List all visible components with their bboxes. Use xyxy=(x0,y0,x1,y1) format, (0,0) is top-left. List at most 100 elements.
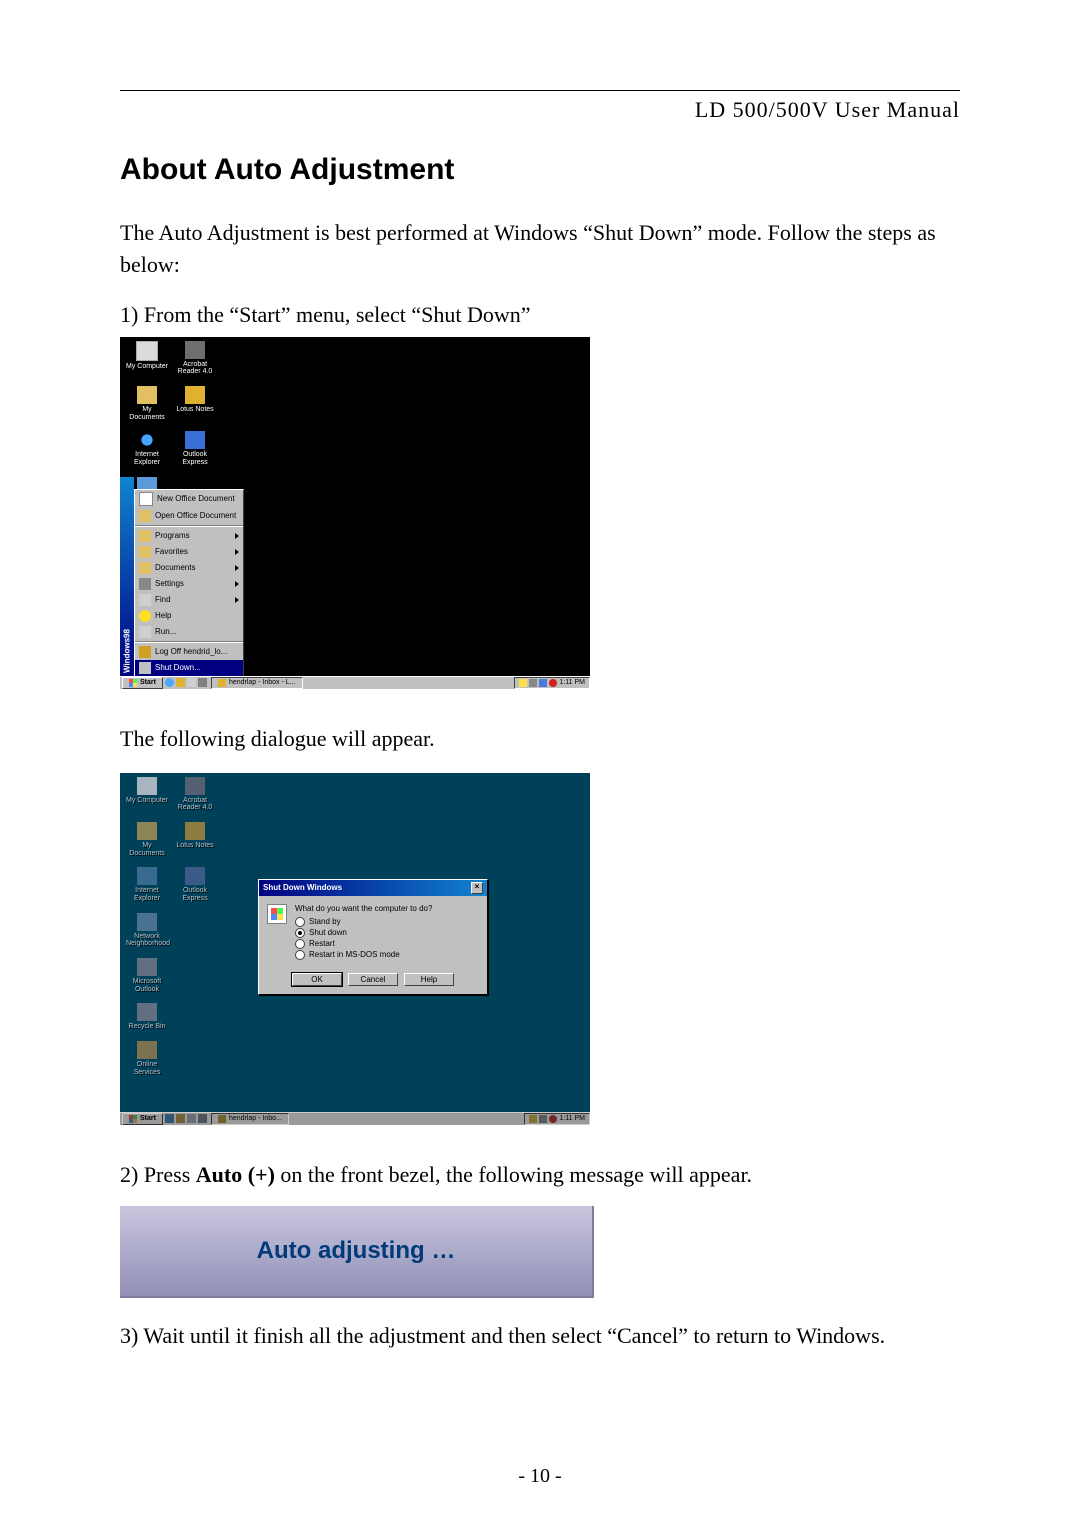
tray-volume-icon[interactable] xyxy=(539,1115,547,1123)
ql-outlook-icon[interactable] xyxy=(176,678,185,687)
label: Run... xyxy=(155,627,176,636)
app-icon xyxy=(218,679,226,687)
start-menu-item-run[interactable]: Run... xyxy=(135,624,243,640)
windows-flag-icon xyxy=(271,908,283,920)
desktop-icon-internet-explorer[interactable]: Internet Explorer xyxy=(126,431,168,466)
desktop-icon-online-services[interactable]: Online Services xyxy=(126,1041,168,1076)
desktop-icon-my-computer[interactable]: My Computer xyxy=(126,777,168,812)
header-product: LD 500/500V User Manual xyxy=(120,97,960,123)
ok-button[interactable]: OK xyxy=(292,973,342,986)
label: Restart xyxy=(309,939,335,948)
cancel-button[interactable]: Cancel xyxy=(348,973,398,986)
ql-channel-icon[interactable] xyxy=(198,678,207,687)
submenu-arrow-icon xyxy=(235,549,239,555)
shutdown-dialog: Shut Down Windows × What do you want the… xyxy=(258,879,488,995)
radio-msdos[interactable]: Restart in MS-DOS mode xyxy=(295,950,479,960)
label: hendrlap - Inbo... xyxy=(229,1115,282,1122)
menu-separator xyxy=(135,641,243,643)
tray-icon[interactable] xyxy=(529,1115,537,1123)
clock[interactable]: 1:11 PM xyxy=(559,679,585,686)
start-menu-item-help[interactable]: Help xyxy=(135,608,243,624)
label: Settings xyxy=(155,579,184,588)
screenshot-start-menu: My Computer Acrobat Reader 4.0 My Docume… xyxy=(120,337,590,689)
taskbar-button[interactable]: hendrlap - Inbox - L... xyxy=(211,677,303,689)
label: New Office Document xyxy=(157,494,235,503)
osd-message-box: Auto adjusting … xyxy=(120,1206,594,1298)
desktop-icon-ms-outlook[interactable]: Microsoft Outlook xyxy=(126,958,168,993)
tray-av-icon[interactable] xyxy=(549,679,557,687)
start-button[interactable]: Start xyxy=(122,677,163,689)
label: My Documents xyxy=(126,406,168,421)
section-heading: About Auto Adjustment xyxy=(120,153,960,187)
start-menu-item-open-office-doc[interactable]: Open Office Document xyxy=(135,508,243,524)
tray-icon[interactable] xyxy=(519,679,527,687)
start-menu-item-documents[interactable]: Documents xyxy=(135,560,243,576)
desktop-icon-outlook-express[interactable]: Outlook Express xyxy=(174,431,216,466)
desktop-icon-internet-explorer[interactable]: Internet Explorer xyxy=(126,867,168,902)
start-menu-item-shutdown[interactable]: Shut Down... xyxy=(135,660,243,676)
start-menu-brand: Windows98 xyxy=(120,477,134,677)
desktop-icon-my-documents[interactable]: My Documents xyxy=(126,386,168,421)
radio-standby[interactable]: Stand by xyxy=(295,917,479,927)
label: Internet Explorer xyxy=(126,451,168,466)
desktop-icon-my-documents[interactable]: My Documents xyxy=(126,822,168,857)
label: My Computer xyxy=(126,797,168,805)
start-menu-item-logoff[interactable]: Log Off hendrid_lo... xyxy=(135,644,243,660)
ql-desktop-icon[interactable] xyxy=(187,1114,196,1123)
desktop-icon-network-neighborhood[interactable]: Network Neighborhood xyxy=(126,913,168,948)
radio-icon xyxy=(295,939,305,949)
desktop-icon-acrobat[interactable]: Acrobat Reader 4.0 xyxy=(174,777,216,812)
start-menu-item-programs[interactable]: Programs xyxy=(135,528,243,544)
screenshot-shutdown-dialog: My Computer Acrobat Reader 4.0 My Docume… xyxy=(120,773,590,1125)
label: Recycle Bin xyxy=(126,1023,168,1031)
label: hendrlap - Inbox - L... xyxy=(229,679,296,686)
label: My Computer xyxy=(126,363,168,371)
label: Outlook Express xyxy=(174,451,216,466)
radio-shutdown[interactable]: Shut down xyxy=(295,928,479,938)
label: Start xyxy=(140,679,156,686)
start-menu-item-find[interactable]: Find xyxy=(135,592,243,608)
start-menu: New Office Document Open Office Document… xyxy=(134,489,244,677)
step-3-text: 3) Wait until it finish all the adjustme… xyxy=(120,1320,960,1352)
ql-channel-icon[interactable] xyxy=(198,1114,207,1123)
start-menu-item-settings[interactable]: Settings xyxy=(135,576,243,592)
label: Network Neighborhood xyxy=(126,933,168,948)
start-button[interactable]: Start xyxy=(122,1113,163,1125)
step-2-post: on the front bezel, the following messag… xyxy=(275,1162,752,1187)
taskbar: Start hendrlap - Inbo... 1:11 PM xyxy=(120,1112,590,1125)
label: Lotus Notes xyxy=(174,406,216,414)
submenu-arrow-icon xyxy=(235,597,239,603)
clock[interactable]: 1:11 PM xyxy=(559,1115,585,1122)
taskbar-button[interactable]: hendrlap - Inbo... xyxy=(211,1113,289,1125)
osd-text: Auto adjusting … xyxy=(257,1237,456,1265)
dialog-question: What do you want the computer to do? xyxy=(295,904,479,913)
step-2-bold: Auto (+) xyxy=(196,1162,275,1187)
dialog-title: Shut Down Windows xyxy=(263,883,342,892)
submenu-arrow-icon xyxy=(235,533,239,539)
label: Lotus Notes xyxy=(174,842,216,850)
ql-ie-icon[interactable] xyxy=(165,1114,174,1123)
desktop-icon-lotus-notes[interactable]: Lotus Notes xyxy=(174,386,216,421)
label: Stand by xyxy=(309,917,341,926)
desktop-icon-acrobat[interactable]: Acrobat Reader 4.0 xyxy=(174,341,216,376)
desktop-icon-recycle-bin[interactable]: Recycle Bin xyxy=(126,1003,168,1031)
tray-scheduler-icon[interactable] xyxy=(539,679,547,687)
help-button[interactable]: Help xyxy=(404,973,454,986)
label: Favorites xyxy=(155,547,188,556)
desktop-icon-lotus-notes[interactable]: Lotus Notes xyxy=(174,822,216,857)
system-tray: 1:11 PM xyxy=(524,1113,590,1125)
ql-outlook-icon[interactable] xyxy=(176,1114,185,1123)
start-menu-item-new-office-doc[interactable]: New Office Document xyxy=(135,490,243,508)
close-button[interactable]: × xyxy=(471,882,483,894)
label: Shut down xyxy=(309,928,347,937)
header-rule xyxy=(120,90,960,91)
desktop-icon-my-computer[interactable]: My Computer xyxy=(126,341,168,376)
ql-ie-icon[interactable] xyxy=(165,678,174,687)
desktop-icon-outlook-express[interactable]: Outlook Express xyxy=(174,867,216,902)
radio-restart[interactable]: Restart xyxy=(295,939,479,949)
submenu-arrow-icon xyxy=(235,565,239,571)
tray-volume-icon[interactable] xyxy=(529,679,537,687)
ql-desktop-icon[interactable] xyxy=(187,678,196,687)
tray-av-icon[interactable] xyxy=(549,1115,557,1123)
start-menu-item-favorites[interactable]: Favorites xyxy=(135,544,243,560)
